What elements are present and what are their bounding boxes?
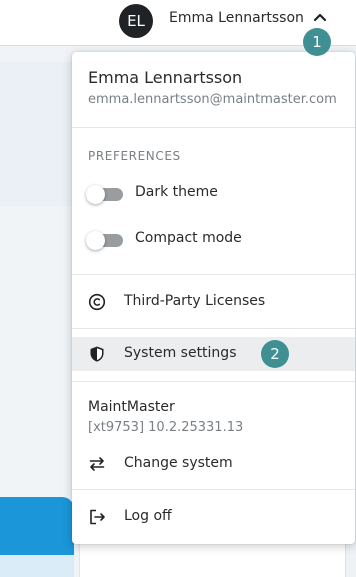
- menu-divider: [72, 381, 355, 382]
- toggle-knob: [86, 231, 105, 250]
- shield-icon: [90, 346, 104, 362]
- dark-theme-label: Dark theme: [135, 184, 218, 200]
- dark-theme-toggle-row[interactable]: Dark theme: [86, 180, 346, 208]
- compact-mode-toggle[interactable]: [86, 231, 124, 250]
- system-settings-label: System settings: [124, 345, 237, 361]
- user-menu-name[interactable]: Emma Lennartsson: [169, 10, 304, 26]
- logout-icon: [90, 509, 105, 525]
- background-card-footer: [0, 555, 74, 577]
- chevron-up-icon[interactable]: [310, 7, 330, 27]
- dark-theme-toggle[interactable]: [86, 185, 124, 204]
- compact-mode-label: Compact mode: [135, 230, 242, 246]
- change-system-label: Change system: [124, 455, 233, 471]
- user-avatar[interactable]: EL: [119, 4, 153, 38]
- menu-user-name: Emma Lennartsson: [88, 68, 243, 87]
- menu-divider: [72, 328, 355, 329]
- system-version: [xt9753] 10.2.25331.13: [88, 420, 244, 435]
- system-settings-item[interactable]: System settings: [72, 337, 355, 371]
- copyright-icon: [88, 293, 106, 311]
- user-dropdown-menu: Emma Lennartsson emma.lennartsson@maintm…: [72, 52, 355, 544]
- menu-divider: [72, 127, 355, 128]
- step-badge-2: 2: [261, 340, 289, 368]
- system-name: MaintMaster: [88, 399, 175, 415]
- third-party-licenses-item[interactable]: Third-Party Licenses: [72, 285, 355, 319]
- compact-mode-toggle-row[interactable]: Compact mode: [86, 226, 346, 254]
- toggle-knob: [86, 185, 105, 204]
- swap-arrows-icon: [89, 457, 105, 471]
- step-badge-1: 1: [303, 28, 331, 56]
- menu-divider: [72, 274, 355, 275]
- background-blue-card: [0, 497, 74, 555]
- preferences-heading: PREFERENCES: [88, 149, 181, 163]
- menu-user-email: emma.lennartsson@maintmaster.com: [88, 92, 337, 107]
- third-party-licenses-label: Third-Party Licenses: [124, 293, 266, 309]
- change-system-item[interactable]: Change system: [72, 447, 355, 481]
- log-off-label: Log off: [124, 508, 172, 524]
- menu-divider: [72, 489, 355, 490]
- background-panel: [0, 62, 74, 206]
- log-off-item[interactable]: Log off: [72, 500, 355, 534]
